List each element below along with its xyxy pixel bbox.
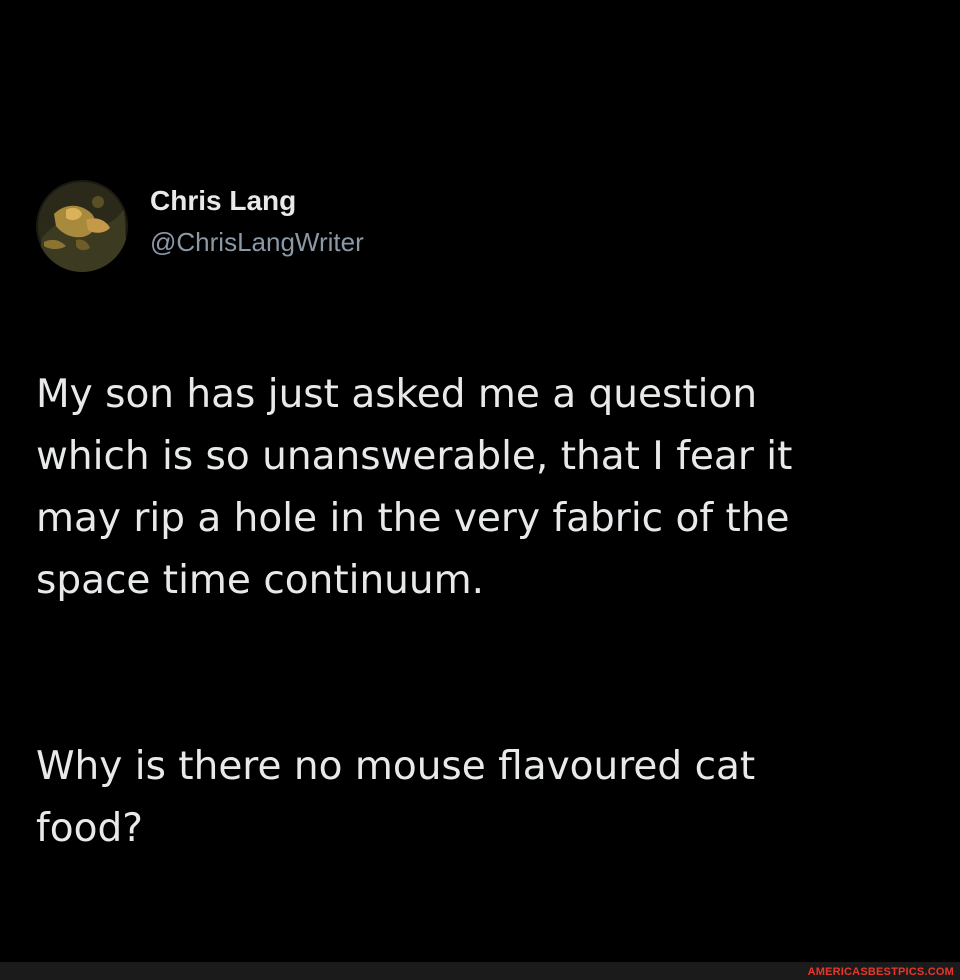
watermark-text: AMERICASBESTPICS.COM [807, 966, 954, 978]
tweet-card: Chris Lang @ChrisLangWriter My son has j… [36, 178, 916, 922]
avatar[interactable] [36, 180, 128, 272]
watermark-bar: AMERICASBESTPICS.COM [0, 962, 960, 980]
tweet-header: Chris Lang @ChrisLangWriter [36, 178, 916, 274]
tweet-text: My son has just asked me a question whic… [36, 302, 916, 922]
author-names: Chris Lang @ChrisLangWriter [150, 183, 364, 259]
avatar-photo-icon [36, 180, 128, 272]
author-display-name[interactable]: Chris Lang [150, 183, 364, 219]
tweet-paragraph: My son has just asked me a question whic… [36, 372, 793, 603]
tweet-paragraph: Why is there no mouse flavoured cat food… [36, 744, 756, 851]
author-handle[interactable]: @ChrisLangWriter [150, 225, 364, 259]
